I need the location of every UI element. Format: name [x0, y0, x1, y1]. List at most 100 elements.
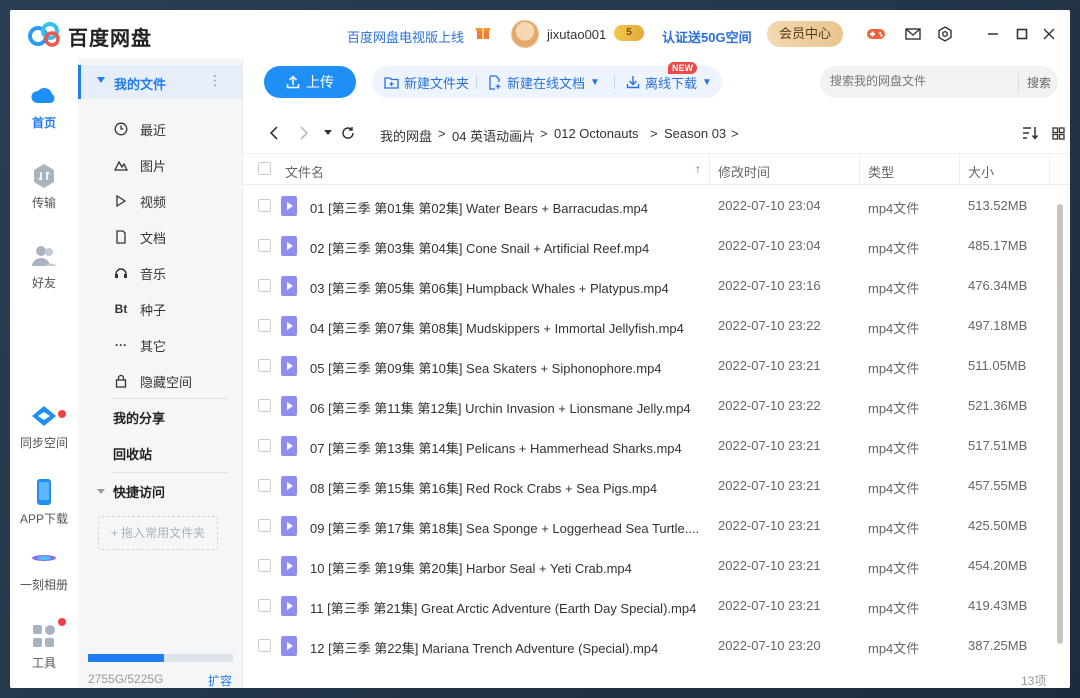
- file-name[interactable]: 11 [第三季 第21集] Great Arctic Adventure (Ea…: [310, 598, 700, 617]
- file-name[interactable]: 10 [第三季 第19集 第20集] Harbor Seal + Yeti Cr…: [310, 558, 700, 577]
- rail-item-home[interactable]: 首页: [10, 82, 78, 131]
- file-name[interactable]: 04 [第三季 第07集 第08集] Mudskippers + Immorta…: [310, 318, 700, 337]
- search-button[interactable]: 搜索: [1018, 74, 1051, 91]
- breadcrumb-item[interactable]: Season 03: [664, 126, 726, 141]
- rail-item-tools[interactable]: 工具: [10, 622, 78, 671]
- row-checkbox[interactable]: [258, 399, 271, 412]
- new-online-doc-button[interactable]: 新建在线文档 ▼: [488, 66, 600, 98]
- row-checkbox[interactable]: [258, 279, 271, 292]
- row-checkbox[interactable]: [258, 319, 271, 332]
- file-name[interactable]: 07 [第三季 第13集 第14集] Pelicans + Hammerhead…: [310, 438, 700, 457]
- close-icon[interactable]: [1039, 24, 1059, 44]
- rail-item-sync[interactable]: 同步空间: [10, 402, 78, 451]
- gamepad-icon[interactable]: [866, 24, 886, 44]
- row-checkbox[interactable]: [258, 599, 271, 612]
- column-separator[interactable]: [709, 154, 710, 184]
- sort-icon[interactable]: [1021, 124, 1039, 142]
- column-separator[interactable]: [959, 154, 960, 184]
- maximize-icon[interactable]: [1012, 24, 1032, 44]
- minimize-icon[interactable]: [983, 24, 1003, 44]
- file-name[interactable]: 03 [第三季 第05集 第06集] Humpback Whales + Pla…: [310, 278, 700, 297]
- table-row[interactable]: 01 [第三季 第01集 第02集] Water Bears + Barracu…: [243, 186, 1053, 226]
- sidebar-item-videos[interactable]: 视频: [78, 183, 242, 219]
- file-name[interactable]: 12 [第三季 第22集] Mariana Trench Adventure (…: [310, 638, 700, 657]
- table-row[interactable]: 02 [第三季 第03集 第04集] Cone Snail + Artifici…: [243, 226, 1053, 266]
- column-header-type[interactable]: 类型: [868, 162, 894, 181]
- table-row[interactable]: 12 [第三季 第22集] Mariana Trench Adventure (…: [243, 626, 1053, 666]
- sidebar-item-music[interactable]: 音乐: [78, 255, 242, 291]
- rail-item-album[interactable]: 一刻相册: [10, 544, 78, 593]
- select-all-checkbox[interactable]: [258, 162, 271, 175]
- history-dropdown-icon[interactable]: [319, 124, 337, 142]
- tv-version-link[interactable]: 百度网盘电视版上线: [347, 27, 464, 46]
- row-checkbox[interactable]: [258, 639, 271, 652]
- file-name[interactable]: 06 [第三季 第11集 第12集] Urchin Invasion + Lio…: [310, 398, 700, 417]
- sidebar-item-documents[interactable]: 文档: [78, 219, 242, 255]
- upload-button[interactable]: 上传: [264, 66, 356, 98]
- sidebar-my-files[interactable]: 我的文件 ⋮: [78, 65, 242, 99]
- back-arrow-icon[interactable]: [265, 124, 283, 142]
- sidebar-item-my-share[interactable]: 我的分享: [78, 399, 242, 435]
- sidebar-item-images[interactable]: 图片: [78, 147, 242, 183]
- column-separator[interactable]: [1049, 154, 1050, 184]
- member-center-button[interactable]: 会员中心: [767, 21, 843, 47]
- row-checkbox[interactable]: [258, 559, 271, 572]
- breadcrumb-item[interactable]: 04 英语动画片: [452, 126, 535, 145]
- sidebar-quick-access[interactable]: 快捷访问: [78, 473, 242, 509]
- sidebar-item-recent[interactable]: 最近: [78, 111, 242, 147]
- file-name[interactable]: 09 [第三季 第17集 第18集] Sea Sponge + Loggerhe…: [310, 518, 700, 537]
- table-row[interactable]: 05 [第三季 第09集 第10集] Sea Skaters + Siphono…: [243, 346, 1053, 386]
- avatar[interactable]: [511, 20, 539, 48]
- table-row[interactable]: 10 [第三季 第19集 第20集] Harbor Seal + Yeti Cr…: [243, 546, 1053, 586]
- file-name[interactable]: 02 [第三季 第03集 第04集] Cone Snail + Artifici…: [310, 238, 700, 257]
- drop-folder-area[interactable]: + 拖入常用文件夹: [98, 516, 218, 550]
- row-checkbox[interactable]: [258, 239, 271, 252]
- breadcrumb-item[interactable]: 012 Octonauts: [554, 126, 639, 141]
- row-checkbox[interactable]: [258, 439, 271, 452]
- scrollbar[interactable]: [1056, 198, 1064, 654]
- file-name[interactable]: 01 [第三季 第01集 第02集] Water Bears + Barracu…: [310, 198, 700, 217]
- verify-space-link[interactable]: 认证送50G空间: [662, 27, 752, 46]
- rail-item-friends[interactable]: 好友: [10, 242, 78, 291]
- table-row[interactable]: 06 [第三季 第11集 第12集] Urchin Invasion + Lio…: [243, 386, 1053, 426]
- rail-item-transfer[interactable]: 传输: [10, 162, 78, 211]
- rail-item-app-download[interactable]: APP下载: [10, 478, 78, 527]
- caret-down-icon[interactable]: [97, 77, 105, 83]
- sidebar-item-recycle-bin[interactable]: 回收站: [78, 435, 242, 471]
- table-row[interactable]: 04 [第三季 第07集 第08集] Mudskippers + Immorta…: [243, 306, 1053, 346]
- sidebar-item-others[interactable]: ··· 其它: [78, 327, 242, 363]
- caret-down-icon[interactable]: [97, 489, 105, 494]
- refresh-icon[interactable]: [339, 124, 357, 142]
- scrollbar-thumb[interactable]: [1057, 204, 1063, 644]
- table-row[interactable]: 09 [第三季 第17集 第18集] Sea Sponge + Loggerhe…: [243, 506, 1053, 546]
- username[interactable]: jixutao001: [547, 27, 606, 42]
- gift-icon[interactable]: [475, 24, 491, 40]
- row-checkbox[interactable]: [258, 199, 271, 212]
- expand-storage-link[interactable]: 扩容: [208, 672, 232, 688]
- forward-arrow-icon[interactable]: [295, 124, 313, 142]
- column-separator[interactable]: [859, 154, 860, 184]
- table-row[interactable]: 08 [第三季 第15集 第16集] Red Rock Crabs + Sea …: [243, 466, 1053, 506]
- search-input[interactable]: [830, 74, 1010, 88]
- vip-badge[interactable]: 5: [614, 25, 644, 41]
- vertical-more-icon[interactable]: ⋮: [208, 72, 222, 89]
- column-header-modified[interactable]: 修改时间: [718, 162, 770, 181]
- file-name[interactable]: 05 [第三季 第09集 第10集] Sea Skaters + Siphono…: [310, 358, 700, 377]
- column-header-name[interactable]: 文件名: [285, 162, 324, 181]
- sidebar-item-torrents[interactable]: Bt 种子: [78, 291, 242, 327]
- file-name[interactable]: 08 [第三季 第15集 第16集] Red Rock Crabs + Sea …: [310, 478, 700, 497]
- offline-download-button[interactable]: 离线下载 ▼: [626, 66, 712, 98]
- row-checkbox[interactable]: [258, 479, 271, 492]
- row-checkbox[interactable]: [258, 519, 271, 532]
- table-row[interactable]: 07 [第三季 第13集 第14集] Pelicans + Hammerhead…: [243, 426, 1053, 466]
- column-header-size[interactable]: 大小: [968, 162, 994, 181]
- sidebar-item-hidden-space[interactable]: 隐藏空间: [78, 363, 242, 399]
- grid-view-icon[interactable]: [1049, 124, 1067, 142]
- settings-icon[interactable]: [935, 24, 955, 44]
- table-row[interactable]: 11 [第三季 第21集] Great Arctic Adventure (Ea…: [243, 586, 1053, 626]
- sort-ascending-icon[interactable]: ↑: [695, 162, 701, 176]
- row-checkbox[interactable]: [258, 359, 271, 372]
- new-folder-button[interactable]: 新建文件夹: [384, 66, 469, 98]
- mail-icon[interactable]: [903, 24, 923, 44]
- table-row[interactable]: 03 [第三季 第05集 第06集] Humpback Whales + Pla…: [243, 266, 1053, 306]
